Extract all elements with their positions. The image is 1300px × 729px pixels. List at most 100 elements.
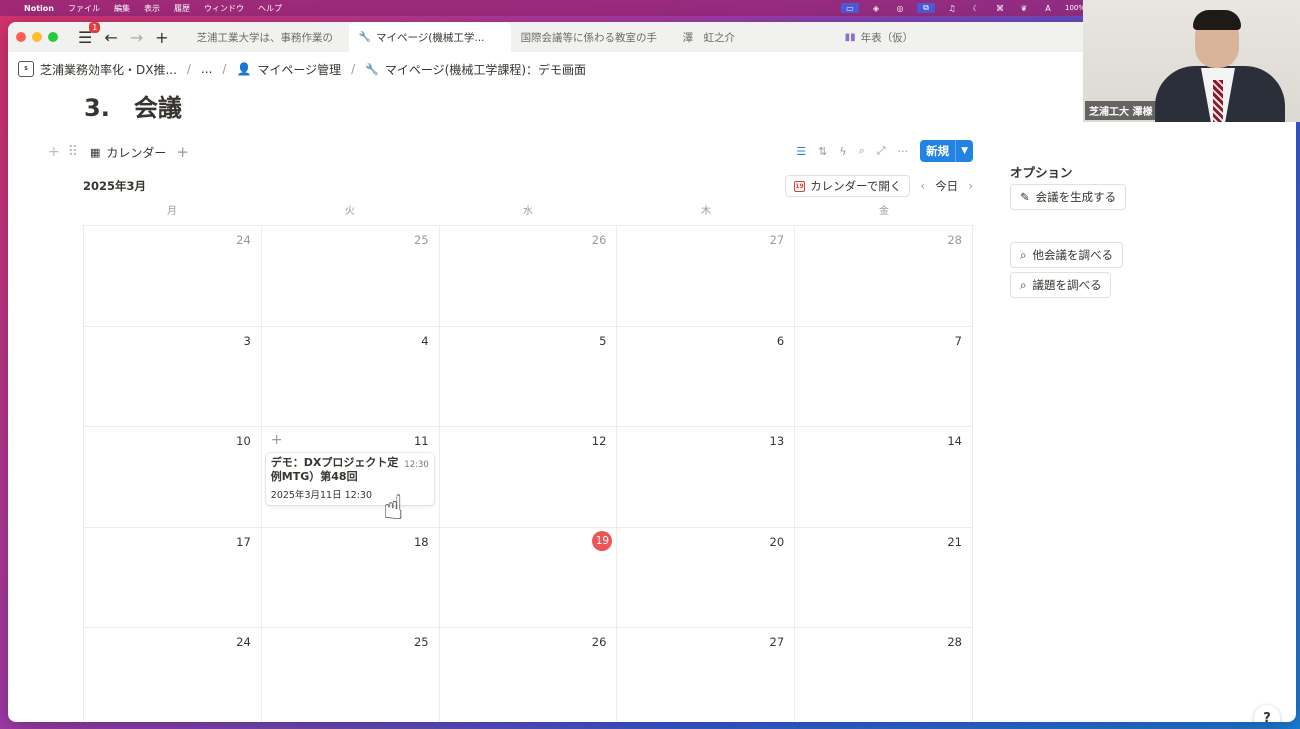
database-tools: ☰ ⇅ ϟ ⌕ ⤢ ··· 新規 ▼ — [796, 140, 973, 162]
breadcrumb-label: マイページ(機械工学課程)：デモ画面 — [384, 62, 587, 77]
open-in-calendar-button[interactable]: 19 カレンダーで開く — [785, 175, 911, 197]
day-number: 25 — [413, 233, 429, 247]
teams-icon[interactable]: ◈ — [869, 3, 883, 13]
calendar-day-cell[interactable]: 25 — [261, 226, 440, 327]
calendar-day-cell[interactable]: 3 — [84, 326, 262, 427]
calendar-day-cell[interactable]: 13 — [617, 427, 796, 528]
calendar-controls: 19 カレンダーで開く ‹ 今日 › — [785, 175, 973, 197]
calendar-day-cell[interactable]: 26 — [440, 628, 618, 722]
menu-file[interactable]: ファイル — [68, 3, 100, 14]
command-icon[interactable]: ⌘ — [993, 3, 1007, 13]
expand-icon[interactable]: ⤢ — [877, 144, 886, 158]
new-button-label: 新規 — [926, 144, 950, 158]
filter-icon[interactable]: ☰ — [796, 145, 806, 158]
day-number: 4 — [421, 333, 429, 348]
calendar-day-cell[interactable]: 18 — [261, 527, 440, 628]
breadcrumb-separator: / — [186, 62, 191, 76]
calendar-day-cell[interactable]: 24 — [84, 226, 262, 327]
close-window-button[interactable] — [16, 32, 26, 42]
calendar-day-cell[interactable]: 25 — [262, 628, 440, 722]
calendar-day-cell[interactable]: 4 — [261, 326, 440, 427]
calendar-grid: 24 25 26 27 28 3 4 5 6 7 10 + 11 デモ：DXプロ… — [83, 225, 973, 722]
chevron-down-icon[interactable]: ▼ — [955, 140, 973, 162]
breadcrumb-mypage-manage[interactable]: 👤 マイページ管理 — [236, 61, 341, 78]
event-card[interactable]: デモ：DXプロジェクト定例MTG）第48回 12:30 2025年3月11日 1… — [265, 453, 434, 505]
moon-icon[interactable]: ☾ — [969, 3, 983, 13]
zoom-window-button[interactable] — [48, 32, 58, 42]
tab-timeline[interactable]: ▮▮ 年表（仮） — [835, 22, 997, 52]
breadcrumb-current-page[interactable]: 🔧 マイページ(機械工学課程)：デモ画面 — [365, 61, 586, 78]
calendar-day-cell[interactable]: 6 — [617, 326, 796, 427]
windows-icon[interactable]: ⧉ — [916, 3, 935, 13]
calendar-day-cell[interactable]: 28 — [795, 226, 973, 327]
day-number: 24 — [236, 635, 251, 649]
calendar-icon: ▦ — [90, 145, 101, 159]
calendar-day-cell[interactable]: 24 — [84, 628, 262, 722]
tab-mypage[interactable]: 🔧 マイページ(機械工学... — [348, 22, 511, 52]
calendar-day-cell[interactable]: 27 — [617, 628, 796, 722]
input-source-icon[interactable]: A — [1041, 3, 1055, 13]
menu-edit[interactable]: 編集 — [114, 3, 130, 14]
calendar-day-cell[interactable]: + 11 デモ：DXプロジェクト定例MTG）第48回 12:30 2025年3月… — [261, 427, 440, 528]
new-button[interactable]: 新規 ▼ — [920, 140, 973, 162]
add-event-icon[interactable]: + — [271, 432, 283, 448]
day-number: 24 — [236, 233, 251, 247]
calendar-day-cell[interactable]: 27 — [617, 226, 796, 327]
add-view-icon[interactable]: + — [176, 143, 189, 161]
add-block-icon[interactable]: + — [48, 144, 60, 160]
sort-icon[interactable]: ⇅ — [818, 145, 827, 158]
drag-handle-icon[interactable]: ⠿ — [68, 144, 78, 160]
calendar-app-icon: 19 — [794, 180, 806, 192]
calendar-day-cell[interactable]: 7 — [795, 326, 973, 427]
breadcrumb-workspace[interactable]: S 芝浦業務効率化・DX推... — [18, 61, 177, 78]
menu-window[interactable]: ウィンドウ — [204, 3, 244, 14]
day-number: 20 — [769, 534, 785, 549]
more-options-icon[interactable]: ··· — [898, 145, 909, 158]
calendar-day-cell[interactable]: 5 — [439, 326, 618, 427]
minimize-window-button[interactable] — [32, 32, 42, 42]
day-number: 7 — [954, 333, 962, 348]
calendar-day-cell-today[interactable]: 19 — [439, 527, 618, 628]
open-in-calendar-label: カレンダーで開く — [810, 179, 902, 193]
view-tab-calendar[interactable]: ▦ カレンダー — [90, 144, 166, 161]
breadcrumb-ellipsis[interactable]: ... — [201, 62, 212, 76]
search-agenda-button[interactable]: ⌕ 議題を調べる — [1010, 272, 1112, 298]
headphones-icon[interactable]: ♫ — [945, 3, 959, 13]
cloud-icon[interactable]: ◎ — [893, 3, 907, 13]
menu-view[interactable]: 表示 — [144, 3, 160, 14]
calendar-day-cell[interactable]: 14 — [795, 427, 973, 528]
today-button[interactable]: 今日 — [935, 178, 958, 194]
calendar-day-cell[interactable]: 21 — [795, 527, 973, 628]
search-icon[interactable]: ⌕ — [859, 144, 865, 158]
calendar-day-cell[interactable]: 17 — [84, 527, 262, 628]
tab-person[interactable]: 澤 虹之介 — [673, 22, 835, 52]
generate-meeting-button[interactable]: ✎ 会議を生成する — [1010, 184, 1127, 210]
calendar-day-cell[interactable]: 26 — [439, 226, 618, 327]
person-hair — [1193, 10, 1241, 30]
screen-share-icon[interactable]: ▭ — [840, 3, 859, 13]
calendar-day-cell[interactable]: 28 — [795, 628, 973, 722]
search-other-meetings-button[interactable]: ⌕ 他会議を調べる — [1010, 242, 1123, 268]
tab-conference[interactable]: 国際会議等に係わる教室の手 — [511, 22, 673, 52]
calendar-day-cell[interactable]: 10 — [84, 427, 262, 528]
new-tab-plus-icon[interactable]: + — [155, 28, 168, 47]
previous-month-icon[interactable]: ‹ — [920, 179, 925, 193]
calendar-day-cell[interactable]: 12 — [439, 427, 618, 528]
notion-window: ☰ 1 ← → + 芝浦工業大学は、事務作業の 🔧 マイページ(機械工学... … — [8, 22, 1296, 722]
options-panel: オプション ✎ 会議を生成する ⌕ 他会議を調べる ⌕ 議題を調べる — [1010, 162, 1127, 298]
forward-arrow-icon[interactable]: → — [130, 28, 143, 47]
menu-app-name[interactable]: Notion — [24, 4, 54, 13]
help-button[interactable]: ? — [1254, 705, 1280, 722]
menu-history[interactable]: 履歴 — [174, 3, 190, 14]
tab-shibaura[interactable]: 芝浦工業大学は、事務作業の — [187, 22, 349, 52]
leaf-icon[interactable]: ❦ — [1017, 3, 1031, 13]
day-number: 28 — [947, 233, 962, 247]
menu-help[interactable]: ヘルプ — [258, 3, 282, 14]
map-icon: ▮▮ — [844, 31, 856, 43]
automation-lightning-icon[interactable]: ϟ — [839, 145, 846, 158]
search-icon: ⌕ — [1020, 247, 1027, 262]
back-arrow-icon[interactable]: ← — [104, 28, 117, 47]
sidebar-toggle-icon[interactable]: ☰ 1 — [78, 22, 101, 47]
next-month-icon[interactable]: › — [968, 179, 973, 193]
calendar-day-cell[interactable]: 20 — [617, 527, 796, 628]
